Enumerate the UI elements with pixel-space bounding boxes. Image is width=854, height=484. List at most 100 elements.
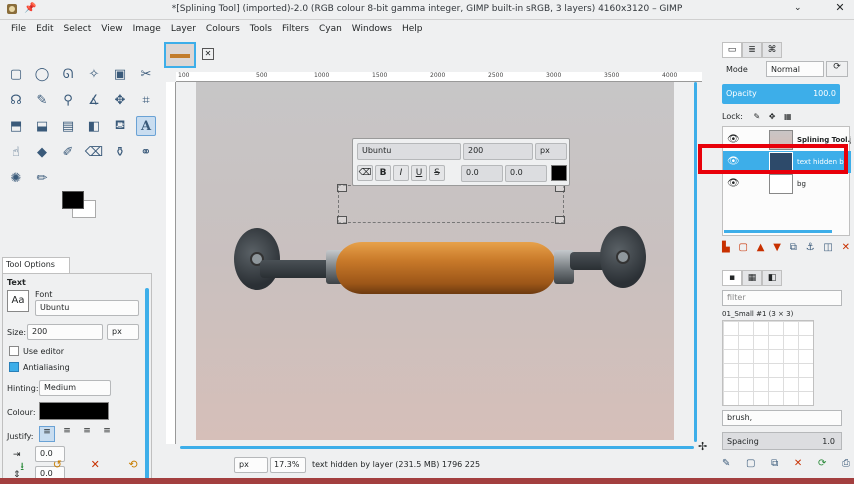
text-color-swatch[interactable] — [551, 165, 567, 181]
unified-transform-icon[interactable]: ⬒ — [6, 116, 26, 136]
hinting-select[interactable]: Medium — [39, 380, 111, 396]
dodge-burn-icon[interactable]: ⚭ — [136, 142, 156, 162]
menu-cyan[interactable]: Cyan — [314, 24, 347, 34]
save-preset-icon[interactable]: ⭳ — [20, 458, 24, 476]
delete-layer-icon[interactable]: ✕ — [842, 242, 850, 256]
menu-view[interactable]: View — [96, 24, 127, 34]
lock-alpha-icon[interactable]: ▦ — [784, 112, 792, 121]
use-editor-checkbox[interactable] — [9, 346, 19, 356]
horizontal-scrollbar[interactable] — [180, 446, 694, 449]
horizontal-ruler[interactable]: 100 500 1000 1500 2000 2500 3000 3500 40… — [176, 72, 702, 82]
text-unit-select[interactable]: px — [535, 143, 567, 160]
delete-brush-icon[interactable]: ✕ — [794, 458, 802, 472]
baseline-input[interactable]: 0.0 — [461, 165, 503, 182]
close-tab-icon[interactable]: ✕ — [202, 48, 214, 60]
perspective-icon[interactable]: ▤ — [58, 116, 78, 136]
menu-filters[interactable]: Filters — [277, 24, 314, 34]
menu-layer[interactable]: Layer — [166, 24, 201, 34]
vertical-ruler[interactable] — [166, 82, 176, 444]
patterns-tab-icon[interactable]: ▦ — [742, 270, 762, 286]
clone-icon[interactable]: ⚱ — [110, 142, 130, 162]
new-layer-group-icon[interactable]: ▙ — [722, 242, 730, 256]
navigate-icon[interactable]: ✢ — [698, 440, 707, 453]
measure-icon[interactable]: ∡ — [84, 90, 104, 110]
justify-right-icon[interactable]: ≡ — [59, 426, 75, 442]
size-unit-select[interactable]: px — [107, 324, 139, 340]
status-zoom-select[interactable]: 17.3% — [270, 457, 306, 473]
text-tool-icon[interactable]: A — [136, 116, 156, 136]
ellipse-select-icon[interactable]: ◯ — [32, 64, 52, 84]
flip-icon[interactable]: ◧ — [84, 116, 104, 136]
fuzzy-select-icon[interactable]: ✧ — [84, 64, 104, 84]
scissors-icon[interactable]: ✂ — [136, 64, 156, 84]
lock-position-icon[interactable]: ✥ — [769, 112, 776, 121]
justify-fill-icon[interactable]: ≡ — [99, 426, 115, 442]
bucket-fill-icon[interactable]: ⛾ — [110, 116, 130, 136]
edit-brush-icon[interactable]: ✎ — [722, 458, 730, 472]
duplicate-brush-icon[interactable]: ⧉ — [771, 458, 778, 472]
spacing-slider[interactable]: Spacing 1.0 — [722, 432, 842, 450]
lower-layer-icon[interactable]: ▼ — [773, 242, 781, 256]
mode-select[interactable]: Normal — [766, 61, 824, 77]
mode-options-icon[interactable]: ⟳ — [826, 61, 848, 77]
close-window-button[interactable]: ✕ — [832, 1, 848, 17]
menu-select[interactable]: Select — [59, 24, 97, 34]
duplicate-layer-icon[interactable]: ⧉ — [790, 242, 797, 256]
eraser-icon[interactable]: ⌫ — [84, 142, 104, 162]
justify-left-icon[interactable]: ≡ — [39, 426, 55, 442]
anchor-layer-icon[interactable]: ⚓ — [806, 242, 815, 256]
bold-button[interactable]: B — [375, 165, 391, 181]
clear-style-icon[interactable]: ⌫ — [357, 165, 373, 181]
rect-select-icon[interactable]: ▢ — [6, 64, 26, 84]
delete-preset-icon[interactable]: ✕ — [91, 458, 100, 476]
new-brush-icon[interactable]: ▢ — [746, 458, 755, 472]
open-as-image-icon[interactable]: ⎙ — [842, 458, 850, 472]
layers-scrollbar[interactable] — [724, 230, 832, 233]
paths-tab-icon[interactable]: ⌘ — [762, 42, 782, 58]
gradients-tab-icon[interactable]: ◧ — [762, 270, 782, 286]
warp-transform-icon[interactable]: ⬓ — [32, 116, 52, 136]
layers-tab-icon[interactable]: ▭ — [722, 42, 742, 58]
kerning-input[interactable]: 0.0 — [505, 165, 547, 182]
new-layer-icon[interactable]: ▢ — [738, 242, 747, 256]
brush-tag-select[interactable]: brush, — [722, 410, 842, 426]
brush-filter-input[interactable]: filter — [722, 290, 842, 306]
zoom-icon[interactable]: ⚲ — [58, 90, 78, 110]
text-colour-button[interactable] — [39, 402, 109, 420]
vertical-scrollbar[interactable] — [694, 82, 697, 442]
free-select-icon[interactable]: ᘏ — [58, 64, 78, 84]
brush-grid[interactable] — [722, 320, 814, 406]
justify-center-icon[interactable]: ≡ — [79, 426, 95, 442]
menu-file[interactable]: File — [6, 24, 31, 34]
select-by-color-icon[interactable]: ▣ — [110, 64, 130, 84]
menu-edit[interactable]: Edit — [31, 24, 58, 34]
blend-icon[interactable]: ◆ — [32, 142, 52, 162]
text-size-input[interactable]: 200 — [463, 143, 533, 160]
font-preview-icon[interactable]: Aa — [7, 290, 29, 312]
fg-bg-colors[interactable] — [58, 188, 104, 222]
mask-icon[interactable]: ◫ — [823, 242, 832, 256]
move-icon[interactable]: ✥ — [110, 90, 130, 110]
menu-image[interactable]: Image — [128, 24, 166, 34]
size-input[interactable]: 200 — [27, 324, 103, 340]
raise-layer-icon[interactable]: ▲ — [757, 242, 765, 256]
strikethrough-button[interactable]: S — [429, 165, 445, 181]
paintbrush-icon[interactable]: ✐ — [58, 142, 78, 162]
color-picker-icon[interactable]: ✎ — [32, 90, 52, 110]
menu-colours[interactable]: Colours — [201, 24, 245, 34]
brushes-tab-icon[interactable]: ▪ — [722, 270, 742, 286]
heal-icon[interactable]: ☝ — [6, 142, 26, 162]
foreground-color-swatch[interactable] — [62, 191, 84, 209]
text-box-frame[interactable] — [337, 184, 565, 224]
refresh-brushes-icon[interactable]: ⟳ — [818, 458, 826, 472]
image-canvas[interactable]: Ubuntu 200 px ⌫ B I U S 0.0 0.0 — [176, 82, 702, 444]
lock-pixels-icon[interactable]: ✎ — [753, 112, 760, 121]
font-input[interactable]: Ubuntu — [35, 300, 139, 316]
foreground-select-icon[interactable]: ☊ — [6, 90, 26, 110]
restore-preset-icon[interactable]: ↺ — [53, 458, 62, 476]
image-thumbnail-tab[interactable] — [164, 42, 196, 68]
menu-windows[interactable]: Windows — [347, 24, 397, 34]
opacity-slider[interactable]: Opacity 100.0 — [722, 84, 840, 104]
crop-icon[interactable]: ⌗ — [136, 90, 156, 110]
menu-help[interactable]: Help — [397, 24, 428, 34]
